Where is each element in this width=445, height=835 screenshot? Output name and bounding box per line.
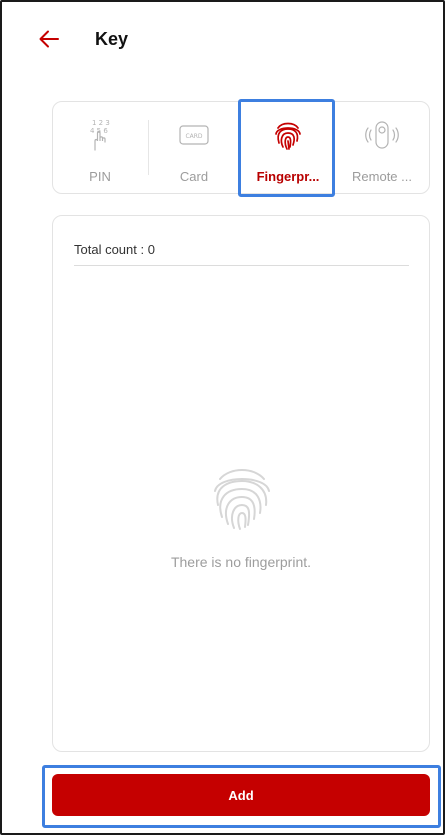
tab-divider bbox=[148, 120, 149, 175]
keypad-touch-icon: 1 2 3 4 5 6 bbox=[90, 119, 110, 151]
arrow-left-icon bbox=[39, 30, 59, 48]
add-button[interactable]: Add bbox=[52, 774, 430, 816]
empty-message: There is no fingerprint. bbox=[170, 554, 312, 570]
svg-text:1 2 3: 1 2 3 bbox=[92, 119, 110, 127]
tab-fingerprint-label: Fingerpr... bbox=[256, 169, 320, 184]
tab-remote[interactable]: Remote ... bbox=[335, 102, 429, 193]
card-icon: CARD bbox=[179, 125, 209, 145]
page-title: Key bbox=[95, 29, 129, 49]
screen-frame: Key 1 2 3 4 5 6 PIN CARD Card Fingerpr..… bbox=[0, 0, 445, 835]
key-type-tabs: 1 2 3 4 5 6 PIN CARD Card Fingerpr... Re… bbox=[52, 101, 430, 194]
tab-pin[interactable]: 1 2 3 4 5 6 PIN bbox=[53, 102, 147, 193]
count-divider bbox=[74, 265, 409, 266]
total-count: Total count : 0 bbox=[74, 242, 155, 257]
remote-control-icon bbox=[365, 121, 399, 149]
tab-pin-label: PIN bbox=[89, 169, 111, 184]
tab-card-label: Card bbox=[179, 169, 209, 184]
fingerprint-list-panel: Total count : 0 There is no fingerprint. bbox=[52, 215, 430, 752]
tab-card[interactable]: CARD Card bbox=[147, 102, 241, 193]
tab-fingerprint[interactable]: Fingerpr... bbox=[241, 102, 335, 193]
back-button[interactable] bbox=[38, 26, 60, 52]
tab-remote-label: Remote ... bbox=[352, 169, 412, 184]
fingerprint-icon bbox=[214, 469, 270, 530]
svg-text:CARD: CARD bbox=[185, 133, 202, 140]
app-bar: Key bbox=[2, 2, 443, 82]
fingerprint-icon bbox=[275, 122, 301, 150]
